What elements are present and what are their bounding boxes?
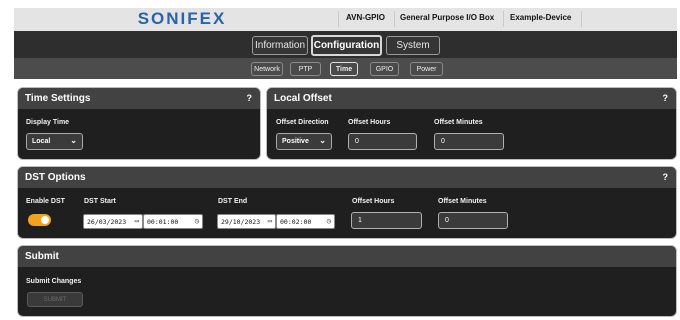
dst-end-time-value: 00:02:00	[280, 217, 312, 226]
subtab-network[interactable]: Network	[251, 62, 283, 76]
sub-nav: Network PTP Time GPIO Power	[14, 58, 677, 79]
main-nav: Information Configuration System	[14, 31, 677, 58]
product-name: AVN-GPIO	[346, 13, 385, 22]
panel-title: Time Settings	[25, 93, 91, 104]
dst-start-time-value: 00:01:00	[147, 217, 179, 226]
calendar-icon[interactable]: ▭	[135, 217, 139, 225]
chevron-down-icon: ⌄	[70, 136, 77, 145]
help-icon[interactable]: ?	[247, 93, 253, 103]
header-bar: SONIFEX AVN-GPIO General Purpose I/O Box…	[14, 8, 677, 31]
offset-minutes-input[interactable]: 0	[434, 133, 504, 150]
clock-icon[interactable]: ◷	[327, 217, 331, 225]
tab-information[interactable]: Information	[252, 36, 308, 55]
dst-offset-hours-label: Offset Hours	[352, 198, 395, 205]
panel-header: Submit	[18, 246, 676, 267]
subtab-time[interactable]: Time	[330, 62, 358, 76]
dst-start-date-value: 26/03/2023	[87, 217, 127, 226]
header-divider	[338, 11, 339, 27]
panel-title: Submit	[25, 251, 59, 262]
dst-end-label: DST End	[218, 198, 248, 205]
submit-changes-label: Submit Changes	[26, 278, 82, 285]
header-divider	[503, 11, 504, 27]
header-divider	[394, 11, 395, 27]
chevron-down-icon: ⌄	[319, 136, 326, 145]
panel-title: DST Options	[25, 172, 86, 183]
calendar-icon[interactable]: ▭	[268, 217, 272, 225]
offset-hours-input[interactable]: 0	[348, 133, 417, 150]
display-time-select[interactable]: Local ⌄	[26, 133, 83, 150]
submit-button[interactable]: SUBMIT	[27, 292, 83, 307]
toggle-knob	[41, 216, 49, 224]
enable-dst-label: Enable DST	[26, 198, 65, 205]
display-time-value: Local	[32, 138, 51, 145]
dst-end-date-value: 29/10/2023	[221, 217, 261, 226]
sonifex-logo: SONIFEX	[137, 9, 227, 28]
dst-end-time-input[interactable]: 00:02:00 ◷	[276, 214, 335, 229]
tab-configuration[interactable]: Configuration	[311, 35, 382, 56]
offset-direction-label: Offset Direction	[276, 119, 329, 126]
panel-header: DST Options ?	[18, 167, 676, 188]
dst-start-date-input[interactable]: 26/03/2023 ▭	[83, 214, 143, 229]
product-description: General Purpose I/O Box	[400, 13, 495, 22]
subtab-ptp[interactable]: PTP	[290, 62, 321, 76]
offset-direction-select[interactable]: Positive ⌄	[276, 133, 332, 150]
offset-hours-label: Offset Hours	[348, 119, 391, 126]
enable-dst-toggle[interactable]	[28, 214, 51, 226]
panel-header: Time Settings ?	[18, 88, 260, 109]
subtab-gpio[interactable]: GPIO	[370, 62, 399, 76]
offset-minutes-label: Offset Minutes	[434, 119, 483, 126]
display-time-label: Display Time	[26, 119, 70, 126]
subtab-power[interactable]: Power	[410, 62, 443, 76]
dst-start-time-input[interactable]: 00:01:00 ◷	[143, 214, 203, 229]
panel-title: Local Offset	[274, 93, 332, 104]
local-offset-panel: Local Offset ? Offset Direction Positive…	[266, 87, 677, 160]
clock-icon[interactable]: ◷	[195, 217, 199, 225]
submit-panel: Submit Submit Changes SUBMIT	[17, 245, 677, 317]
dst-offset-minutes-label: Offset Minutes	[438, 198, 487, 205]
device-name: Example-Device	[510, 13, 572, 22]
dst-offset-hours-input[interactable]: 1	[351, 212, 422, 229]
dst-end-date-input[interactable]: 29/10/2023 ▭	[217, 214, 276, 229]
help-icon[interactable]: ?	[663, 93, 669, 103]
offset-direction-value: Positive	[282, 138, 309, 145]
time-settings-panel: Time Settings ? Display Time Local ⌄	[17, 87, 261, 160]
help-icon[interactable]: ?	[663, 172, 669, 182]
tab-system[interactable]: System	[386, 36, 440, 55]
header-divider	[581, 11, 582, 27]
panel-header: Local Offset ?	[267, 88, 676, 109]
dst-options-panel: DST Options ? Enable DST DST Start 26/03…	[17, 166, 677, 239]
dst-start-label: DST Start	[84, 198, 116, 205]
dst-offset-minutes-input[interactable]: 0	[438, 212, 508, 229]
